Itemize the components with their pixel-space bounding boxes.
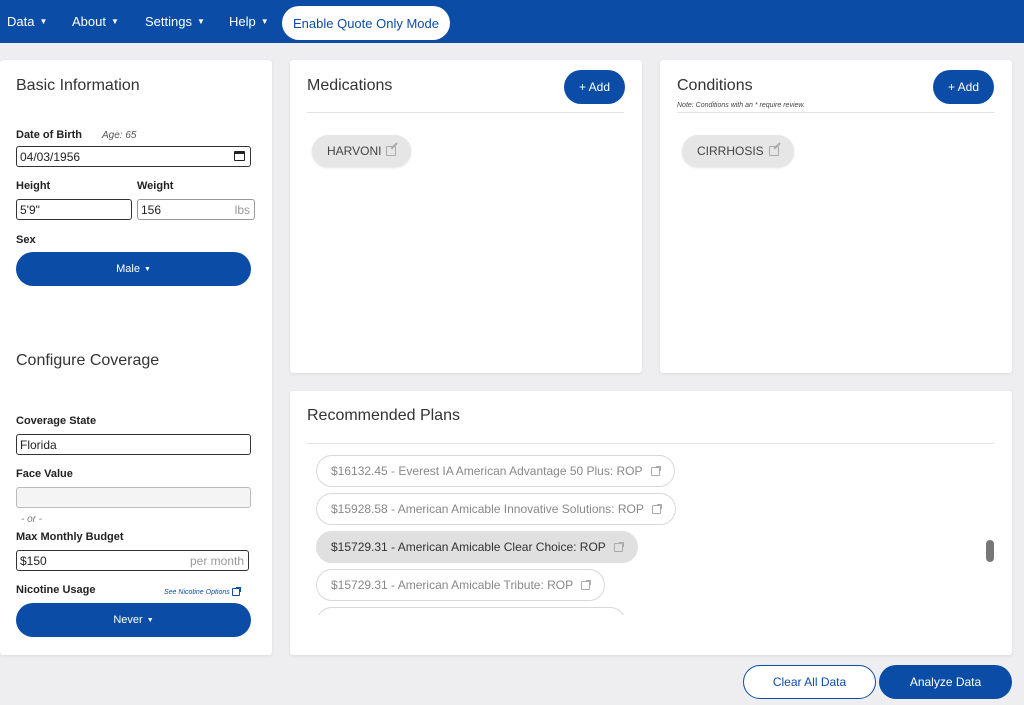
plan-item-selected[interactable]: $15729.31 - American Amicable Clear Choi… xyxy=(316,531,638,563)
external-link-icon[interactable] xyxy=(650,465,661,476)
plan-item-partial[interactable] xyxy=(316,607,626,615)
nicotine-options-link[interactable]: See Nicotine Options xyxy=(164,587,241,596)
caret-down-icon: ▼ xyxy=(110,17,119,26)
plan-item[interactable]: $15928.58 - American Amicable Innovative… xyxy=(316,493,676,525)
caret-down-icon: ▼ xyxy=(39,17,48,26)
condition-chip[interactable]: CIRRHOSIS xyxy=(682,135,794,167)
medication-name: HARVONI xyxy=(327,144,382,158)
height-value: 5'9" xyxy=(20,202,40,217)
caret-down-icon: ▼ xyxy=(143,265,151,273)
height-input[interactable]: 5'9" xyxy=(16,199,132,220)
caret-down-icon: ▼ xyxy=(196,17,205,26)
nav-settings-label: Settings xyxy=(145,14,192,29)
plans-scrollbar-thumb[interactable] xyxy=(986,540,994,562)
basic-info-title: Basic Information xyxy=(16,77,140,94)
weight-input[interactable]: 156 lbs xyxy=(137,199,255,220)
plan-item[interactable]: $16132.45 - Everest IA American Advantag… xyxy=(316,455,675,487)
budget-unit: per month xyxy=(189,553,244,568)
sex-label: Sex xyxy=(16,234,36,246)
dob-label: Date of Birth xyxy=(16,129,82,141)
height-label: Height xyxy=(16,180,51,192)
top-navbar: Data ▼ About ▼ Settings ▼ Help ▼ Enable … xyxy=(0,0,1024,43)
medications-panel xyxy=(290,60,642,373)
nav-help-menu[interactable]: Help ▼ xyxy=(229,14,269,29)
max-budget-value: $150 xyxy=(20,553,47,568)
max-budget-input[interactable]: $150 per month xyxy=(16,550,249,571)
coverage-state-value: Florida xyxy=(20,437,57,452)
conditions-note: Note: Conditions with an * require revie… xyxy=(677,102,806,109)
edit-icon[interactable] xyxy=(386,146,397,156)
dob-value: 04/03/1956 xyxy=(20,149,81,164)
nav-help-label: Help xyxy=(229,14,256,29)
edit-icon[interactable] xyxy=(768,146,779,156)
external-link-icon[interactable] xyxy=(613,541,624,552)
medication-chip[interactable]: HARVONI xyxy=(312,135,412,167)
enable-quote-mode-button[interactable]: Enable Quote Only Mode xyxy=(282,6,450,40)
recommended-plans-title: Recommended Plans xyxy=(307,407,460,424)
add-medication-button[interactable]: + Add xyxy=(564,70,625,104)
nicotine-value: Never xyxy=(113,614,143,626)
external-link-icon[interactable] xyxy=(581,579,592,590)
max-budget-label: Max Monthly Budget xyxy=(16,531,124,543)
dob-input[interactable]: 04/03/1956 xyxy=(16,146,251,167)
or-separator: - or - xyxy=(21,514,43,525)
weight-value: 156 xyxy=(141,202,162,217)
plans-list[interactable]: $16132.45 - Everest IA American Advantag… xyxy=(310,455,990,615)
sex-value: Male xyxy=(116,263,140,275)
weight-label: Weight xyxy=(137,180,174,192)
plan-label: $15729.31 - American Amicable Tribute: R… xyxy=(331,578,574,592)
nicotine-options-text: See Nicotine Options xyxy=(164,588,230,596)
face-value-label: Face Value xyxy=(16,468,73,480)
calendar-icon[interactable] xyxy=(234,151,245,161)
nav-about-label: About xyxy=(72,14,106,29)
coverage-state-label: Coverage State xyxy=(16,415,97,427)
plan-label: $15928.58 - American Amicable Innovative… xyxy=(331,502,644,516)
nav-settings-menu[interactable]: Settings ▼ xyxy=(145,14,205,29)
condition-name: CIRRHOSIS xyxy=(697,144,764,158)
analyze-data-button[interactable]: Analyze Data xyxy=(879,665,1012,699)
nicotine-label: Nicotine Usage xyxy=(16,584,96,596)
medications-title: Medications xyxy=(307,77,393,94)
medications-divider xyxy=(307,112,624,113)
face-value-input[interactable] xyxy=(16,487,251,508)
weight-unit: lbs xyxy=(234,202,250,217)
sex-dropdown[interactable]: Male ▼ xyxy=(16,252,251,286)
external-link-icon xyxy=(231,587,241,596)
clear-all-data-button[interactable]: Clear All Data xyxy=(743,665,876,699)
nav-data-menu[interactable]: Data ▼ xyxy=(7,14,47,29)
conditions-title: Conditions xyxy=(677,77,753,94)
conditions-divider xyxy=(677,112,994,113)
add-condition-button[interactable]: + Add xyxy=(933,70,994,104)
caret-down-icon: ▼ xyxy=(260,17,269,26)
caret-down-icon: ▼ xyxy=(146,616,154,624)
external-link-icon[interactable] xyxy=(651,503,662,514)
plan-item[interactable]: $15729.31 - American Amicable Tribute: R… xyxy=(316,569,606,601)
plans-divider xyxy=(307,443,994,444)
nicotine-dropdown[interactable]: Never ▼ xyxy=(16,603,251,637)
nav-about-menu[interactable]: About ▼ xyxy=(72,14,119,29)
configure-coverage-title: Configure Coverage xyxy=(16,352,160,369)
plan-label: $16132.45 - Everest IA American Advantag… xyxy=(331,464,643,478)
nav-data-label: Data xyxy=(7,14,35,29)
coverage-state-input[interactable]: Florida xyxy=(16,434,251,455)
plan-label: $15729.31 - American Amicable Clear Choi… xyxy=(331,540,606,554)
age-text: Age: 65 xyxy=(102,130,137,141)
